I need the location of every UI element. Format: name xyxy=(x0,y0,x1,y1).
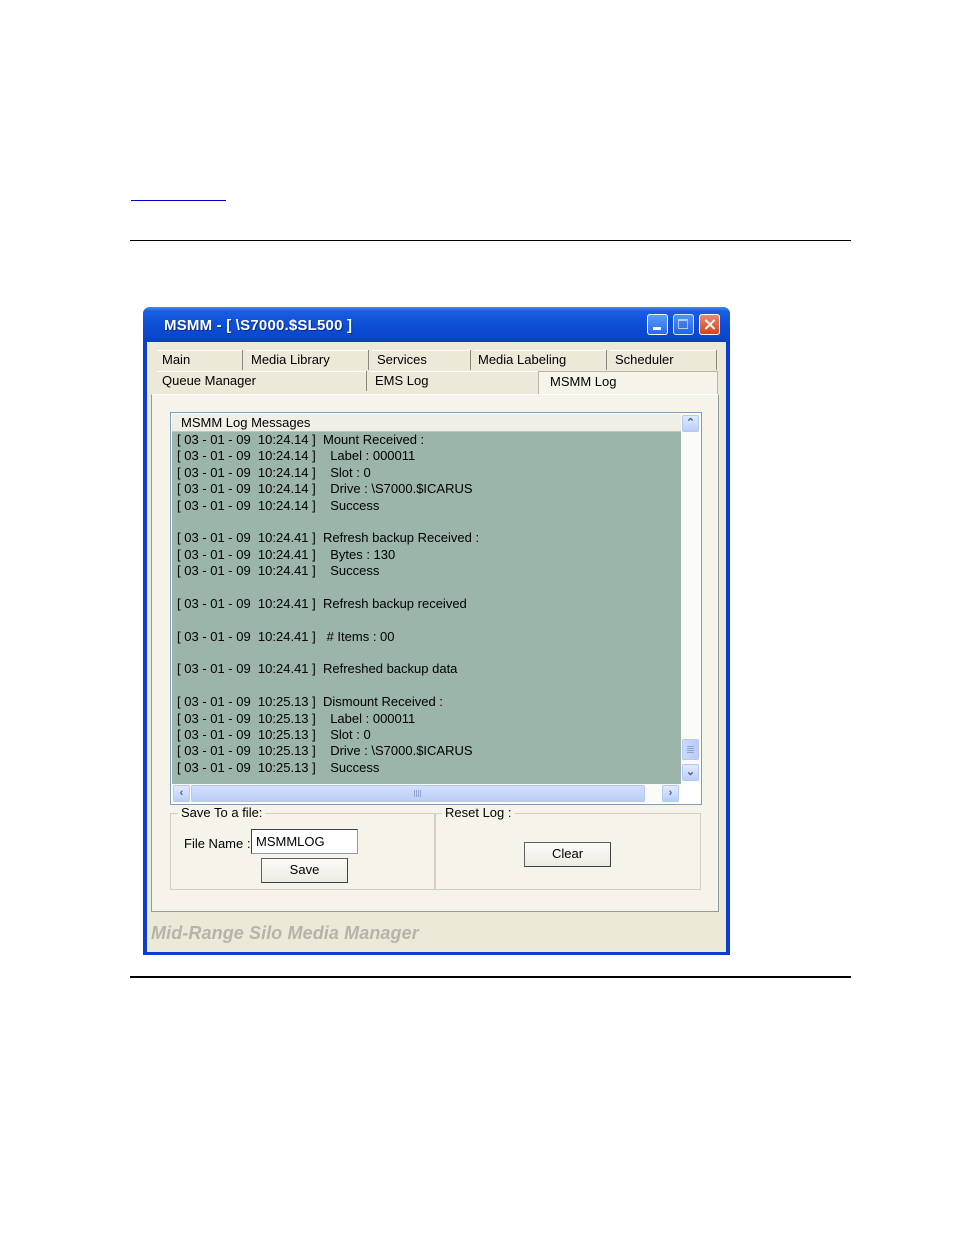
scroll-right-button[interactable]: › xyxy=(662,785,679,802)
reset-group-title: Reset Log : xyxy=(442,805,515,820)
log-line: [ 03 - 01 - 09 10:24.14 ] Label : 000011 xyxy=(177,448,416,464)
log-line: [ 03 - 01 - 09 10:25.13 ] Label : 000011 xyxy=(177,710,416,726)
log-line: [ 03 - 01 - 09 10:24.14 ] Slot : 0 xyxy=(177,464,371,480)
grip-icon xyxy=(687,746,694,753)
grip-icon xyxy=(414,790,422,797)
minimize-button[interactable] xyxy=(647,314,668,335)
footer-brand-text: Mid-Range Silo Media Manager xyxy=(151,923,419,943)
close-button[interactable] xyxy=(699,314,720,335)
log-line: [ 03 - 01 - 09 10:25.13 ] Success xyxy=(177,759,380,775)
file-name-input[interactable] xyxy=(251,829,358,854)
title-bar[interactable]: MSMM - [ \S7000.$SL500 ] xyxy=(143,307,730,342)
vertical-scrollbar[interactable]: ⌃ ⌄ xyxy=(681,414,700,784)
chevron-up-icon: ⌃ xyxy=(685,417,696,429)
log-line: [ 03 - 01 - 09 10:24.41 ] Refreshed back… xyxy=(177,661,458,677)
save-button[interactable]: Save xyxy=(261,858,348,883)
save-to-file-group: Save To a file: File Name : Save xyxy=(170,805,436,890)
clear-button[interactable]: Clear xyxy=(524,842,611,867)
window-client-area: Main Media Library Services Media Labeli… xyxy=(147,342,726,952)
log-line: [ 03 - 01 - 09 10:25.13 ] Dismount Recei… xyxy=(177,694,443,710)
chevron-right-icon: › xyxy=(668,787,673,799)
reset-log-group: Reset Log : Clear xyxy=(434,805,701,890)
log-line: [ 03 - 01 - 09 10:24.14 ] Mount Received… xyxy=(177,432,425,447)
log-line: [ 03 - 01 - 09 10:25.13 ] Drive : \S7000… xyxy=(177,743,473,759)
tab-media-library[interactable]: Media Library xyxy=(246,350,369,370)
tab-scheduler[interactable]: Scheduler xyxy=(610,350,717,370)
file-name-label: File Name : xyxy=(184,836,251,851)
tab-main[interactable]: Main xyxy=(157,350,243,370)
msmm-window: MSMM - [ \S7000.$SL500 ] Main Media Libr… xyxy=(143,307,730,955)
tab-services[interactable]: Services xyxy=(372,350,471,370)
log-line: [ 03 - 01 - 09 10:24.41 ] # Items : 00 xyxy=(177,628,395,644)
maximize-button[interactable] xyxy=(673,314,694,335)
tab-media-labeling[interactable]: Media Labeling xyxy=(473,350,607,370)
horizontal-scroll-thumb[interactable] xyxy=(191,785,645,802)
document-link[interactable] xyxy=(131,188,226,201)
chevron-left-icon: ‹ xyxy=(179,787,184,799)
tab-queue-manager[interactable]: Queue Manager xyxy=(157,371,367,391)
tab-msmm-log[interactable]: MSMM Log xyxy=(538,371,718,394)
horizontal-rule-bottom xyxy=(130,976,851,978)
tab-ems-log[interactable]: EMS Log xyxy=(370,371,540,391)
msmm-log-tab-panel: MSMM Log Messages [ 03 - 01 - 09 10:24.1… xyxy=(151,394,719,912)
log-list[interactable]: MSMM Log Messages [ 03 - 01 - 09 10:24.1… xyxy=(170,412,702,805)
log-line: [ 03 - 01 - 09 10:24.14 ] Drive : \S7000… xyxy=(177,481,473,497)
window-title: MSMM - [ \S7000.$SL500 ] xyxy=(164,317,353,334)
chevron-down-icon: ⌄ xyxy=(685,766,696,778)
scroll-up-button[interactable]: ⌃ xyxy=(682,415,699,432)
horizontal-rule-top xyxy=(130,240,851,241)
scroll-down-button[interactable]: ⌄ xyxy=(682,764,699,781)
log-line: [ 03 - 01 - 09 10:25.13 ] Slot : 0 xyxy=(177,727,371,743)
save-group-title: Save To a file: xyxy=(178,805,266,820)
log-line: [ 03 - 01 - 09 10:24.41 ] Refresh backup… xyxy=(177,530,480,546)
horizontal-scrollbar[interactable]: ‹ › xyxy=(172,784,681,803)
vertical-scroll-thumb[interactable] xyxy=(682,739,699,760)
log-line: [ 03 - 01 - 09 10:24.41 ] Success xyxy=(177,563,380,579)
log-line: [ 03 - 01 - 09 10:24.14 ] Success xyxy=(177,497,380,513)
log-messages: [ 03 - 01 - 09 10:24.14 ] Mount Received… xyxy=(172,432,681,784)
scroll-left-button[interactable]: ‹ xyxy=(173,785,190,802)
log-column-header[interactable]: MSMM Log Messages xyxy=(172,414,681,432)
log-line: [ 03 - 01 - 09 10:24.41 ] Bytes : 130 xyxy=(177,546,396,562)
log-line: [ 03 - 01 - 09 10:24.41 ] Refresh backup… xyxy=(177,595,467,611)
